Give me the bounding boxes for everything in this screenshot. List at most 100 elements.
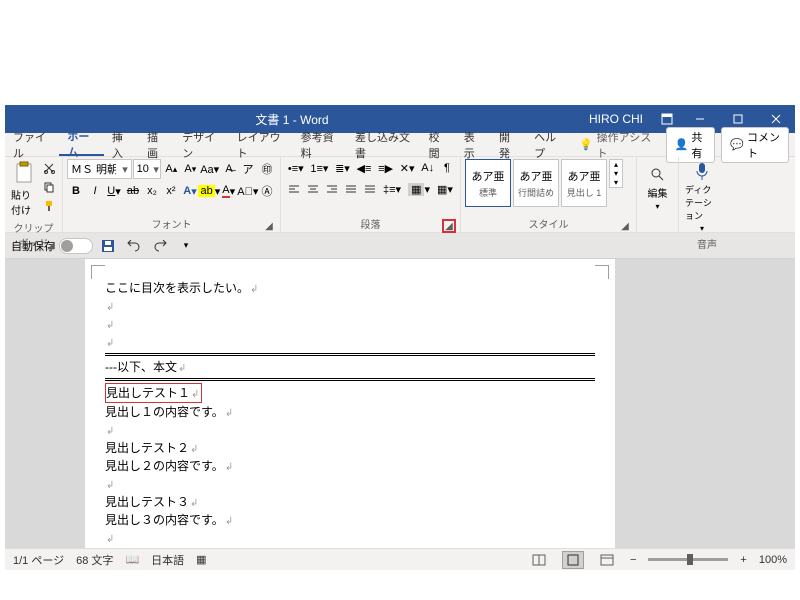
tell-me[interactable]: 💡 操作アシスト xyxy=(571,133,660,156)
macro-icon[interactable]: ▦ xyxy=(196,553,206,566)
numbering-button[interactable]: 1≡▾ xyxy=(308,159,332,177)
zoom-in-button[interactable]: + xyxy=(740,554,746,566)
strikethrough-button[interactable]: ab xyxy=(124,182,142,200)
bullets-button[interactable]: •≡▾ xyxy=(285,159,307,177)
editing-button[interactable]: 編集 ▾ xyxy=(641,159,674,219)
line-spacing-button[interactable]: ‡≡▾ xyxy=(380,180,404,198)
paragraph-text[interactable] xyxy=(105,315,595,333)
decrease-indent-button[interactable]: ◀≡ xyxy=(354,159,375,177)
redo-button[interactable] xyxy=(149,235,171,257)
font-name-combo[interactable]: ▾ xyxy=(67,159,132,179)
print-layout-button[interactable] xyxy=(562,551,584,569)
paragraph-text[interactable]: 見出し２の内容です。 xyxy=(105,457,595,475)
style-heading-1[interactable]: あア亜 見出し 1 xyxy=(561,159,607,207)
change-case-button[interactable]: Aa▾ xyxy=(200,160,219,178)
font-launcher[interactable]: ◢ xyxy=(264,221,274,231)
align-center-button[interactable] xyxy=(304,180,322,198)
page[interactable]: ここに目次を表示したい。 ---以下、本文 見出しテスト１ 見出し１の内容です。… xyxy=(85,259,615,548)
paragraph-text[interactable]: 見出し１の内容です。 xyxy=(105,403,595,421)
paragraph-text[interactable] xyxy=(105,333,595,351)
format-painter-button[interactable] xyxy=(40,197,58,215)
tab-layout[interactable]: レイアウト xyxy=(229,133,293,156)
style-gallery-scroll[interactable]: ▴ ▾ ▾ xyxy=(609,159,623,188)
subscript-button[interactable]: x₂ xyxy=(143,182,161,200)
cut-button[interactable] xyxy=(40,159,58,177)
web-layout-button[interactable] xyxy=(596,551,618,569)
zoom-level[interactable]: 100% xyxy=(759,554,787,566)
underline-button[interactable]: U▾ xyxy=(105,182,123,200)
paste-button[interactable]: 貼り付け xyxy=(9,159,38,219)
user-name[interactable]: HIRO CHI xyxy=(579,112,653,126)
paragraph-text[interactable] xyxy=(105,529,595,547)
dictate-button[interactable]: ディクテーション ▾ xyxy=(683,159,721,235)
show-marks-button[interactable]: ¶ xyxy=(438,159,456,177)
spellcheck-icon[interactable]: 📖 xyxy=(125,553,139,566)
ribbon-display-icon[interactable] xyxy=(653,113,681,125)
paragraph-text[interactable] xyxy=(105,421,595,439)
tab-home[interactable]: ホーム xyxy=(59,133,104,156)
character-border-button[interactable]: Ⓐ xyxy=(258,182,276,200)
tab-design[interactable]: デザイン xyxy=(174,133,228,156)
language-indicator[interactable]: 日本語 xyxy=(151,552,184,568)
expand-icon[interactable]: ▾ xyxy=(610,178,622,187)
page-count[interactable]: 1/1 ページ xyxy=(13,552,64,568)
tab-view[interactable]: 表示 xyxy=(456,133,491,156)
tab-file[interactable]: ファイル xyxy=(5,133,59,156)
grow-font-button[interactable]: A▴ xyxy=(162,160,180,178)
paragraph-text[interactable]: ここに目次を表示したい。 xyxy=(105,279,595,297)
align-left-button[interactable] xyxy=(285,180,303,198)
multilevel-list-button[interactable]: ≣▾ xyxy=(332,159,352,177)
font-size-combo[interactable]: ▾ xyxy=(133,159,162,179)
enclose-characters-button[interactable]: ㊞ xyxy=(258,160,276,178)
read-mode-button[interactable] xyxy=(528,551,550,569)
styles-launcher[interactable]: ◢ xyxy=(620,221,630,231)
word-count[interactable]: 68 文字 xyxy=(76,552,113,568)
tab-references[interactable]: 参考資料 xyxy=(293,133,347,156)
paragraph-text[interactable]: 見出しテスト２ xyxy=(105,439,595,457)
save-button[interactable] xyxy=(97,235,119,257)
character-shading-button[interactable]: A⃞▾ xyxy=(239,182,257,200)
tab-draw[interactable]: 描画 xyxy=(139,133,174,156)
tab-help[interactable]: ヘルプ xyxy=(526,133,571,156)
font-name-input[interactable] xyxy=(68,163,119,175)
paragraph-text[interactable]: 見出しテスト３ xyxy=(105,493,595,511)
shrink-font-button[interactable]: A▾ xyxy=(181,160,199,178)
align-right-button[interactable] xyxy=(323,180,341,198)
phonetic-guide-button[interactable]: ア xyxy=(239,160,257,178)
chevron-down-icon[interactable]: ▾ xyxy=(610,169,622,178)
paragraph-text[interactable]: 見出し３の内容です。 xyxy=(105,511,595,529)
autosave-toggle[interactable] xyxy=(59,238,93,254)
style-normal[interactable]: あア亜 標準 xyxy=(465,159,511,207)
document-canvas[interactable]: ここに目次を表示したい。 ---以下、本文 見出しテスト１ 見出し１の内容です。… xyxy=(5,259,795,548)
clear-formatting-button[interactable]: A̶ xyxy=(220,160,238,178)
chevron-down-icon[interactable]: ▾ xyxy=(119,163,130,176)
sort-button[interactable]: A↓ xyxy=(418,159,437,177)
text-effects-button[interactable]: A▾ xyxy=(181,182,199,200)
qat-customize[interactable]: ▾ xyxy=(175,235,197,257)
bold-button[interactable]: B xyxy=(67,182,85,200)
chevron-down-icon[interactable]: ▾ xyxy=(152,163,160,176)
font-size-input[interactable] xyxy=(134,163,152,175)
superscript-button[interactable]: x² xyxy=(162,182,180,200)
highlight-button[interactable]: ab▾ xyxy=(200,182,219,200)
justify-button[interactable] xyxy=(342,180,360,198)
undo-button[interactable] xyxy=(123,235,145,257)
tab-mailings[interactable]: 差し込み文書 xyxy=(347,133,421,156)
zoom-slider[interactable] xyxy=(648,558,728,561)
borders-button[interactable]: ▦▾ xyxy=(434,180,456,198)
paragraph-text[interactable]: 見出しテスト１ xyxy=(105,383,595,403)
clipboard-launcher[interactable]: ◢ xyxy=(46,240,56,250)
font-color-button[interactable]: A▾ xyxy=(220,182,238,200)
tab-insert[interactable]: 挿入 xyxy=(104,133,139,156)
paragraph-text[interactable] xyxy=(105,475,595,493)
copy-button[interactable] xyxy=(40,178,58,196)
paragraph-text[interactable]: ---以下、本文 xyxy=(105,358,595,376)
asian-layout-button[interactable]: ✕▾ xyxy=(397,159,417,177)
paragraph-launcher[interactable]: ◢ xyxy=(444,221,454,231)
style-no-spacing[interactable]: あア亜 行間詰め xyxy=(513,159,559,207)
paragraph-text[interactable] xyxy=(105,297,595,315)
chevron-up-icon[interactable]: ▴ xyxy=(610,160,622,169)
increase-indent-button[interactable]: ≡▶ xyxy=(375,159,396,177)
distribute-button[interactable] xyxy=(361,180,379,198)
italic-button[interactable]: I xyxy=(86,182,104,200)
